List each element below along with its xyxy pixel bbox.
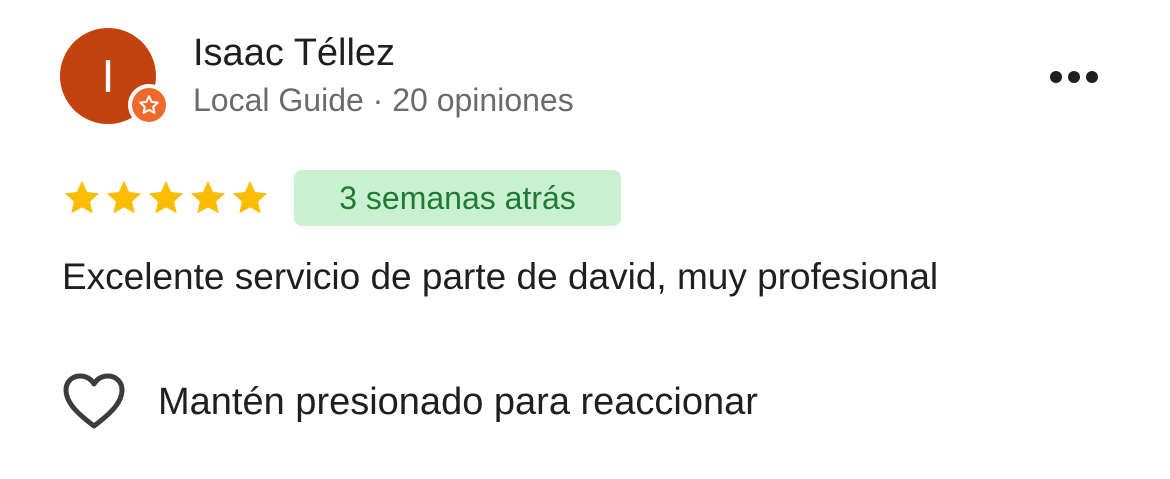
local-guide-badge — [128, 84, 170, 126]
more-horizontal-icon — [1050, 71, 1062, 83]
star-icon — [139, 95, 159, 114]
review-date-badge: 3 semanas atrás — [294, 170, 621, 226]
star-icon — [64, 181, 100, 214]
more-options-button[interactable] — [1040, 56, 1108, 98]
review-text: Excelente servicio de parte de david, mu… — [62, 256, 939, 297]
star-icon — [232, 181, 268, 214]
heart-outline-icon — [63, 373, 125, 429]
review-card: I Isaac Téllez Local Guide · 20 opinione… — [0, 0, 1170, 479]
star-icon — [148, 181, 184, 214]
avatar-initial: I — [101, 50, 115, 102]
star-rating — [62, 178, 270, 218]
react-label: Mantén presionado para reaccionar — [158, 380, 758, 423]
star-icon — [106, 181, 142, 214]
star-icon — [190, 181, 226, 214]
author-name[interactable]: Isaac Téllez — [193, 32, 395, 75]
author-meta: Local Guide · 20 opiniones — [193, 82, 574, 118]
react-button[interactable]: Mantén presionado para reaccionar — [62, 372, 758, 432]
